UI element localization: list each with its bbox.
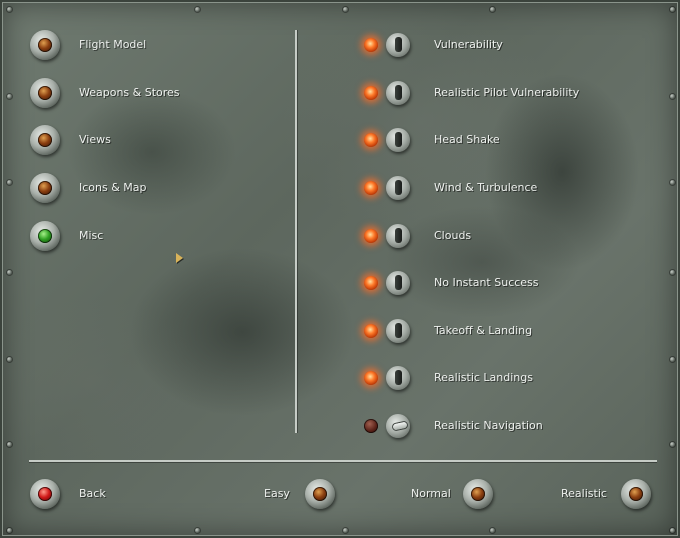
category-label: Misc: [79, 229, 104, 242]
amber-lens-icon: [38, 86, 52, 100]
category-label: Views: [79, 133, 111, 146]
toggle-switch[interactable]: [386, 33, 410, 57]
category-label: Flight Model: [79, 38, 147, 51]
led-indicator-icon: [364, 133, 378, 147]
rivet: [670, 442, 675, 447]
rivet: [670, 357, 675, 362]
toggle-switch[interactable]: [386, 128, 410, 152]
amber-lens-icon: [38, 133, 52, 147]
footer-divider: [29, 460, 657, 462]
amber-lens-icon: [471, 487, 485, 501]
led-indicator-icon: [364, 419, 378, 433]
toggle-switch[interactable]: [386, 414, 410, 438]
rivet: [670, 180, 675, 185]
toggle-head-shake[interactable]: [364, 127, 414, 155]
option-label: Vulnerability: [434, 38, 503, 51]
led-indicator-icon: [364, 276, 378, 290]
rivet: [670, 94, 675, 99]
knob-button[interactable]: [30, 78, 60, 108]
toggle-realistic-pilot-vulnerability[interactable]: [364, 80, 414, 108]
toggle-realistic-navigation[interactable]: [364, 413, 414, 441]
toggle-switch[interactable]: [386, 81, 410, 105]
option-label: Realistic Landings: [434, 371, 533, 384]
option-label: Wind & Turbulence: [434, 181, 538, 194]
option-label: Clouds: [434, 229, 472, 242]
led-indicator-icon: [364, 38, 378, 52]
preset-label: Normal: [411, 487, 451, 500]
toggle-wind-turbulence[interactable]: [364, 175, 414, 203]
knob-button[interactable]: [30, 479, 60, 509]
rivet: [670, 270, 675, 275]
toggle-realistic-landings[interactable]: [364, 365, 414, 393]
knob-button[interactable]: [30, 30, 60, 60]
preset-label: Realistic: [561, 487, 607, 500]
led-indicator-icon: [364, 86, 378, 100]
rivet: [7, 7, 12, 12]
red-lens-icon: [38, 487, 52, 501]
amber-lens-icon: [629, 487, 643, 501]
toggle-switch[interactable]: [386, 176, 410, 200]
amber-lens-icon: [38, 38, 52, 52]
rivet: [490, 528, 495, 533]
green-lens-icon: [38, 229, 52, 243]
category-label: Weapons & Stores: [79, 86, 180, 99]
toggle-no-instant-success[interactable]: [364, 270, 414, 298]
amber-lens-icon: [313, 487, 327, 501]
category-label: Icons & Map: [79, 181, 147, 194]
rivet: [195, 528, 200, 533]
knob-button-selected[interactable]: [30, 221, 60, 251]
led-indicator-icon: [364, 229, 378, 243]
rivet: [7, 270, 12, 275]
knob-button[interactable]: [30, 125, 60, 155]
rivet: [670, 528, 675, 533]
toggle-switch[interactable]: [386, 319, 410, 343]
rivet: [670, 7, 675, 12]
toggle-vulnerability[interactable]: [364, 32, 414, 60]
knob-button[interactable]: [621, 479, 651, 509]
knob-button[interactable]: [30, 173, 60, 203]
option-label: Head Shake: [434, 133, 500, 146]
difficulty-settings-panel: Flight Model Weapons & Stores Views Icon…: [0, 0, 680, 538]
led-indicator-icon: [364, 371, 378, 385]
column-divider: [295, 30, 297, 433]
led-indicator-icon: [364, 324, 378, 338]
rivet: [343, 528, 348, 533]
rivet: [490, 7, 495, 12]
rivet: [7, 442, 12, 447]
option-label: No Instant Success: [434, 276, 539, 289]
toggle-switch[interactable]: [386, 366, 410, 390]
preset-label: Easy: [264, 487, 290, 500]
option-label: Takeoff & Landing: [434, 324, 533, 337]
toggle-clouds[interactable]: [364, 223, 414, 251]
rivet: [7, 180, 12, 185]
rivet: [343, 7, 348, 12]
toggle-switch[interactable]: [386, 224, 410, 248]
rivet: [7, 94, 12, 99]
option-label: Realistic Pilot Vulnerability: [434, 86, 580, 99]
option-label: Realistic Navigation: [434, 419, 543, 432]
led-indicator-icon: [364, 181, 378, 195]
rivet: [7, 528, 12, 533]
rivet: [195, 7, 200, 12]
back-label: Back: [79, 487, 106, 500]
knob-button[interactable]: [463, 479, 493, 509]
knob-button[interactable]: [305, 479, 335, 509]
rivet: [7, 357, 12, 362]
toggle-switch[interactable]: [386, 271, 410, 295]
toggle-takeoff-landing[interactable]: [364, 318, 414, 346]
amber-lens-icon: [38, 181, 52, 195]
mouse-cursor-icon: [176, 253, 183, 263]
